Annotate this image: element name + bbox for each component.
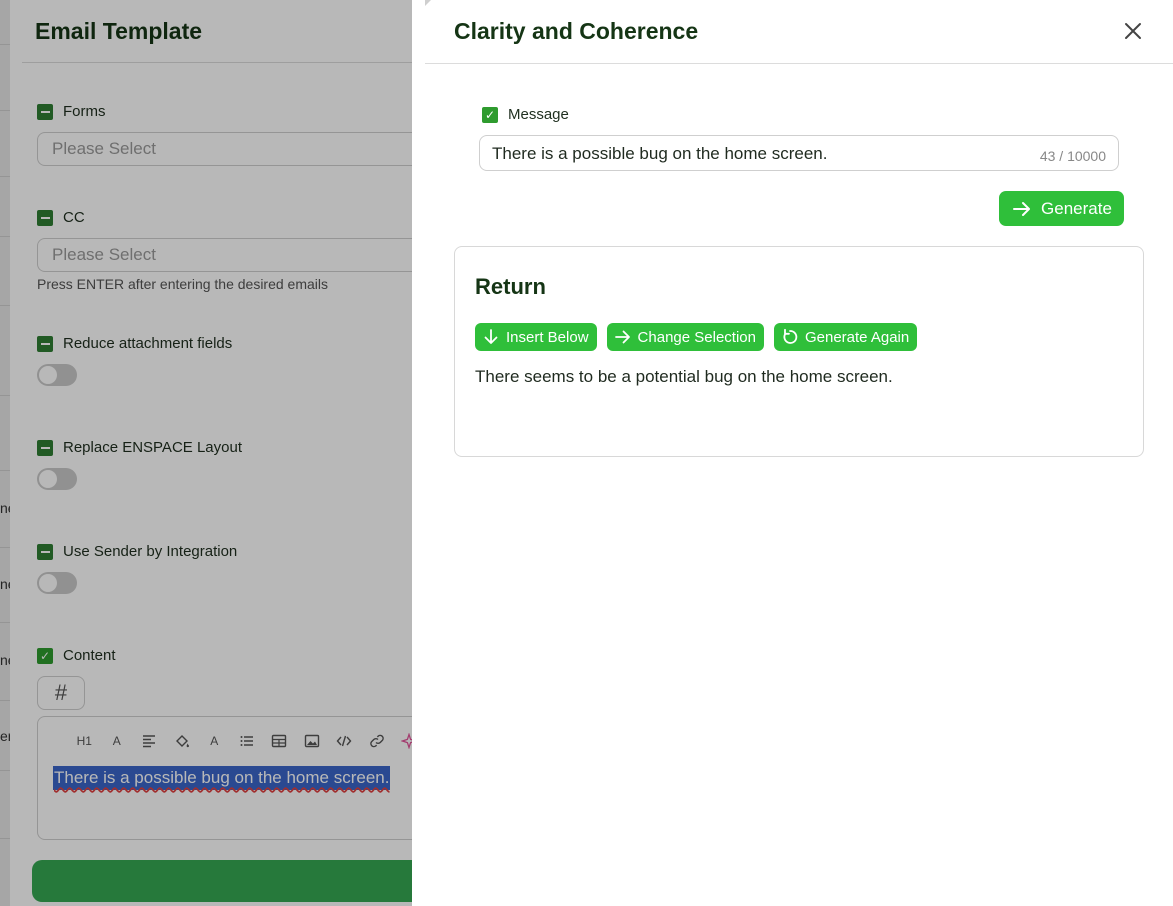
message-input[interactable]: There is a possible bug on the home scre…: [479, 135, 1119, 171]
generate-button[interactable]: Generate: [999, 191, 1124, 226]
close-icon[interactable]: [1122, 20, 1144, 42]
arrow-right-icon: [1013, 201, 1031, 216]
generate-again-label: Generate Again: [804, 328, 910, 346]
change-selection-button[interactable]: Change Selection: [606, 323, 764, 351]
drawer-header-divider: [425, 63, 1173, 64]
drawer-title: Clarity and Coherence: [454, 18, 699, 44]
message-label-text: Message: [508, 106, 569, 123]
clarity-coherence-drawer: Clarity and Coherence ✓ Message There is…: [412, 0, 1173, 906]
message-checkbox-icon[interactable]: ✓: [482, 106, 498, 123]
insert-below-button[interactable]: Insert Below: [475, 323, 597, 351]
modal-overlay[interactable]: [0, 0, 412, 906]
return-result-text: There seems to be a potential bug on the…: [475, 367, 893, 386]
character-counter: 43 / 10000: [1039, 148, 1106, 164]
generate-button-label: Generate: [1041, 198, 1112, 218]
insert-below-label: Insert Below: [506, 328, 589, 346]
generate-again-button[interactable]: Generate Again: [773, 323, 918, 351]
change-selection-label: Change Selection: [637, 328, 756, 346]
arrow-down-icon: [484, 329, 498, 344]
arrow-right-icon: [614, 330, 630, 344]
return-title: Return: [475, 274, 546, 299]
message-label: ✓ Message: [482, 106, 569, 123]
return-card: Return Insert Below Change Selection Gen…: [454, 246, 1144, 457]
return-actions: Insert Below Change Selection Generate A…: [475, 323, 918, 351]
message-input-value: There is a possible bug on the home scre…: [492, 144, 828, 163]
refresh-icon: [783, 328, 798, 344]
drawer-corner-decoration: [425, 0, 431, 6]
